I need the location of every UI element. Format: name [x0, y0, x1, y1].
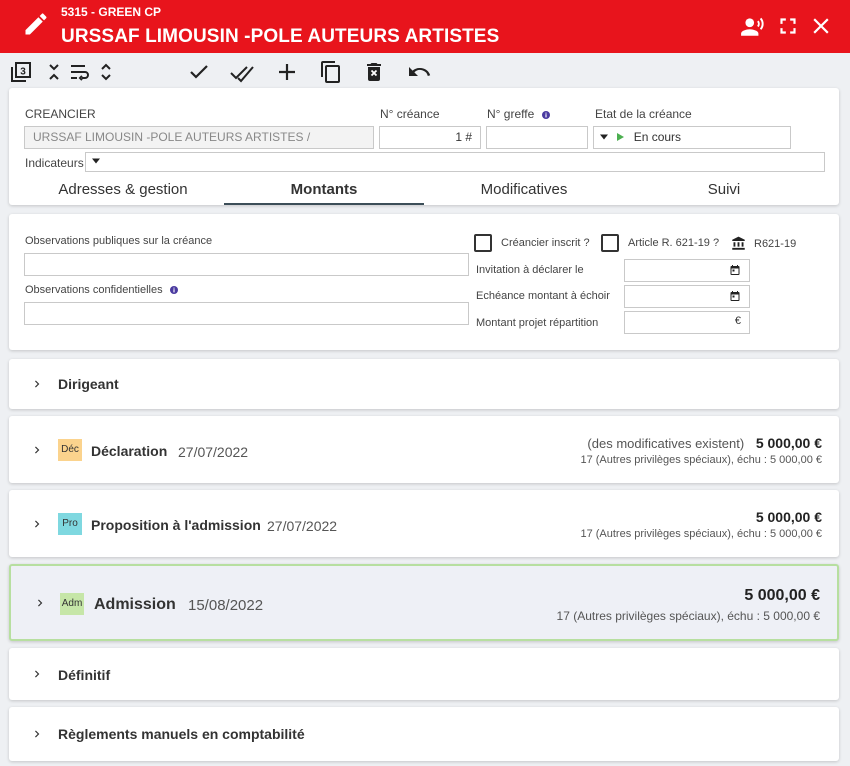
declaration-badge: Déc: [58, 439, 82, 461]
add-icon[interactable]: [275, 60, 299, 84]
echeance-label: Echéance montant à échoir: [476, 290, 610, 302]
tab-montants[interactable]: Montants: [224, 181, 424, 205]
window-subtitle: 5315 - GREEN CP: [61, 5, 162, 19]
num-creance-label: N° créance: [380, 107, 440, 121]
section-title-reglements: Règlements manuels en comptabilité: [58, 726, 305, 742]
section-title-dirigeant: Dirigeant: [58, 376, 119, 392]
undo-icon[interactable]: [407, 60, 431, 84]
invitation-label: Invitation à déclarer le: [476, 264, 584, 276]
tab-adresses[interactable]: Adresses & gestion: [23, 181, 223, 205]
section-declaration[interactable]: Déc Déclaration 27/07/2022 (des modifica…: [9, 416, 839, 483]
dropdown-arrow-icon: [92, 158, 100, 164]
declaration-amount-line: (des modificatives existent) 5 000,00 €: [587, 435, 822, 451]
copy-icon[interactable]: [319, 60, 343, 84]
creancier-inscrit-label: Créancier inscrit ?: [501, 237, 590, 249]
admission-badge: Adm: [60, 593, 84, 615]
admission-amount: 5 000,00 €: [744, 587, 820, 604]
obs-conf-field[interactable]: [24, 302, 469, 325]
montant-projet-field[interactable]: €: [624, 311, 750, 334]
toolbar: 3: [0, 56, 850, 88]
admission-detail: 17 (Autres privilèges spéciaux), échu : …: [556, 609, 820, 623]
chevron-right-icon: [35, 380, 40, 388]
bank-icon: [732, 236, 745, 250]
chevron-right-icon: [35, 730, 40, 738]
proposition-amount: 5 000,00 €: [755, 509, 822, 525]
chevron-right-icon: [38, 599, 43, 607]
tab-bar: Adresses & gestion Montants Modificative…: [9, 181, 839, 205]
obs-publiques-field[interactable]: [24, 253, 469, 276]
declaration-date: 27/07/2022: [178, 444, 249, 460]
obs-conf-label: Observations confidentielles: [25, 284, 178, 296]
obs-conf-text: Observations confidentielles: [25, 284, 163, 296]
proposition-detail: 17 (Autres privilèges spéciaux), échu : …: [580, 528, 822, 540]
creancier-field[interactable]: URSSAF LIMOUSIN -POLE AUTEURS ARTISTES /: [24, 126, 374, 149]
section-admission[interactable]: Adm Admission 15/08/2022 5 000,00 € 17 (…: [9, 564, 839, 641]
expand-all-icon[interactable]: [94, 60, 118, 84]
chevron-right-icon: [35, 446, 40, 454]
info-icon[interactable]: [541, 111, 550, 119]
collapse-all-icon[interactable]: [42, 60, 66, 84]
double-check-icon[interactable]: [230, 60, 254, 84]
tab-suivi[interactable]: Suivi: [624, 181, 824, 205]
etat-value: En cours: [633, 130, 682, 144]
obs-publiques-label: Observations publiques sur la créance: [25, 235, 213, 247]
indicateurs-label: Indicateurs: [25, 156, 84, 170]
num-greffe-label: N° greffe: [487, 107, 550, 121]
proposition-date: 27/07/2022: [267, 518, 338, 534]
section-dirigeant[interactable]: Dirigeant: [9, 359, 839, 409]
check-icon[interactable]: [187, 60, 211, 84]
article-label: Article R. 621-19 ?: [628, 237, 720, 249]
chevron-right-icon: [35, 670, 40, 678]
creancier-card: CREANCIER URSSAF LIMOUSIN -POLE AUTEURS …: [9, 88, 839, 205]
montants-card: Observations publiques sur la créance Ob…: [9, 214, 839, 350]
title-bar: 5315 - GREEN CP URSSAF LIMOUSIN -POLE AU…: [0, 0, 850, 53]
echeance-date-field[interactable]: [624, 285, 750, 308]
pencil-icon[interactable]: [22, 10, 50, 38]
play-status-icon: [617, 133, 625, 141]
invitation-date-field[interactable]: [624, 259, 750, 282]
article-code: R621-19: [754, 238, 797, 250]
wrap-text-icon[interactable]: [68, 60, 92, 84]
section-title-admission: Admission: [94, 596, 176, 613]
calendar-icon[interactable]: [729, 290, 741, 302]
section-proposition[interactable]: Pro Proposition à l'admission 27/07/2022…: [9, 490, 839, 557]
voice-person-icon[interactable]: [740, 13, 766, 39]
calendar-icon[interactable]: [729, 264, 741, 276]
declaration-note: (des modificatives existent): [587, 436, 745, 451]
tab-modificatives[interactable]: Modificatives: [424, 181, 624, 205]
chevron-right-icon: [35, 520, 40, 528]
etat-label: Etat de la créance: [595, 107, 692, 121]
section-definitif[interactable]: Définitif: [9, 648, 839, 700]
etat-select[interactable]: En cours: [593, 126, 791, 149]
indicateurs-select[interactable]: [85, 152, 825, 172]
creancier-inscrit-checkbox[interactable]: [474, 234, 492, 252]
admission-date: 15/08/2022: [188, 597, 264, 614]
window-title: URSSAF LIMOUSIN -POLE AUTEURS ARTISTES: [61, 26, 500, 47]
section-title-definitif: Définitif: [58, 667, 111, 683]
declaration-detail: 17 (Autres privilèges spéciaux), échu : …: [580, 454, 822, 466]
section-title-proposition: Proposition à l'admission: [91, 517, 261, 533]
dropdown-arrow-icon: [600, 134, 608, 140]
article-checkbox[interactable]: [601, 234, 619, 252]
creancier-label: CREANCIER: [25, 107, 96, 121]
numbered-filter-icon[interactable]: 3: [9, 60, 33, 84]
delete-icon[interactable]: [362, 60, 386, 84]
fullscreen-icon[interactable]: [775, 13, 801, 39]
num-greffe-field[interactable]: [486, 126, 588, 149]
proposition-badge: Pro: [58, 513, 82, 535]
num-greffe-text: N° greffe: [487, 107, 535, 121]
num-creance-field[interactable]: 1 #: [379, 126, 481, 149]
declaration-amount: 5 000,00 €: [755, 435, 822, 451]
section-title-declaration: Déclaration: [91, 443, 168, 459]
montant-projet-label: Montant projet répartition: [476, 317, 599, 329]
toolbar-badge-number: 3: [20, 67, 26, 78]
close-icon[interactable]: [808, 13, 834, 39]
section-reglements[interactable]: Règlements manuels en comptabilité: [9, 707, 839, 761]
info-icon[interactable]: [169, 286, 178, 294]
